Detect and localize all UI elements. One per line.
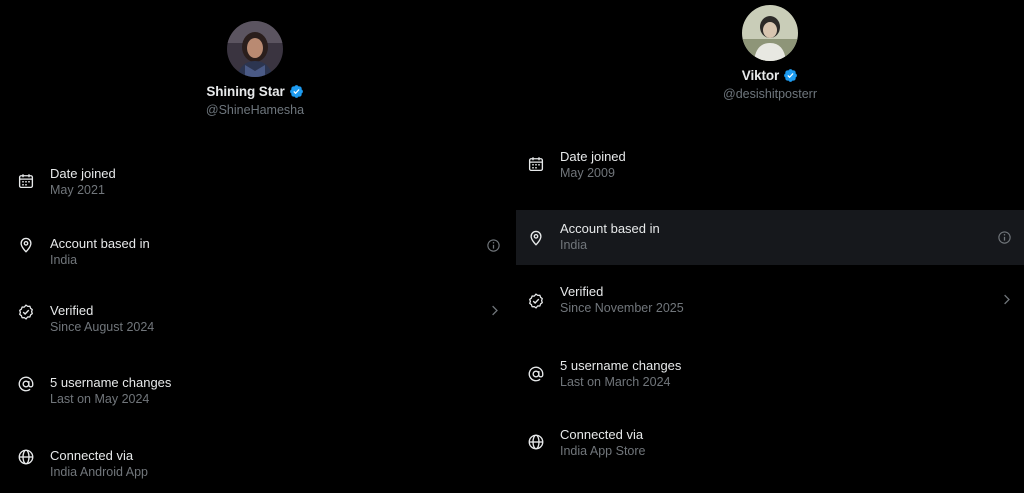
- row-account-based-in[interactable]: Account based in India: [516, 210, 1024, 265]
- row-subtitle: India Android App: [50, 465, 148, 479]
- row-subtitle: Since November 2025: [560, 301, 684, 315]
- account-details-list: Date joined May 2021 Account based in In…: [0, 154, 510, 493]
- calendar-icon: [16, 171, 36, 191]
- row-title: Verified: [50, 303, 94, 318]
- row-title: Connected via: [560, 427, 644, 442]
- row-username-changes: 5 username changes Last on May 2024: [0, 354, 510, 428]
- row-verified[interactable]: Verified Since August 2024: [0, 282, 510, 354]
- avatar[interactable]: [227, 21, 283, 77]
- globe-icon: [16, 447, 36, 467]
- profile-header: Shining Star @ShineHamesha: [0, 21, 510, 117]
- chevron-right-icon[interactable]: [486, 302, 502, 318]
- location-pin-icon: [16, 235, 36, 255]
- info-icon[interactable]: [485, 237, 501, 253]
- row-connected-via: Connected via India Android App: [0, 428, 510, 493]
- row-title: Date joined: [50, 166, 116, 181]
- verified-badge-icon: [289, 84, 304, 99]
- username-handle: @ShineHamesha: [205, 103, 305, 117]
- row-title: 5 username changes: [560, 358, 682, 373]
- row-title: Connected via: [50, 448, 134, 463]
- row-subtitle: Last on March 2024: [560, 375, 671, 389]
- username-handle: @desishitposterr: [723, 87, 817, 101]
- row-title: Account based in: [50, 236, 150, 251]
- row-verified[interactable]: Verified Since November 2025: [516, 265, 1024, 338]
- location-pin-icon: [526, 228, 546, 248]
- globe-icon: [526, 432, 546, 452]
- row-subtitle: May 2021: [50, 183, 105, 197]
- display-name: Shining Star: [206, 84, 285, 99]
- verified-badge-icon: [783, 68, 798, 83]
- row-subtitle: India App Store: [560, 444, 646, 458]
- row-account-based-in[interactable]: Account based in India: [0, 208, 510, 282]
- row-date-joined: Date joined May 2009: [516, 137, 1024, 210]
- info-icon[interactable]: [996, 229, 1012, 245]
- verified-check-icon: [16, 302, 36, 322]
- about-account-panel-right: Viktor @desishitposterr Date joined May …: [516, 0, 1024, 493]
- row-subtitle: May 2009: [560, 166, 615, 180]
- profile-header: Viktor @desishitposterr: [516, 5, 1024, 101]
- calendar-icon: [526, 154, 546, 174]
- row-title: 5 username changes: [50, 375, 172, 390]
- row-subtitle: Since August 2024: [50, 320, 155, 334]
- row-title: Verified: [560, 284, 604, 299]
- about-account-comparison: Shining Star @ShineHamesha Date joined M…: [0, 0, 1024, 493]
- row-subtitle: India: [50, 253, 78, 267]
- row-subtitle: Last on May 2024: [50, 392, 150, 406]
- at-sign-icon: [526, 364, 546, 384]
- row-connected-via: Connected via India App Store: [516, 410, 1024, 480]
- row-date-joined: Date joined May 2021: [0, 154, 510, 208]
- display-name: Viktor: [741, 68, 780, 83]
- row-subtitle: India: [560, 238, 588, 252]
- row-username-changes: 5 username changes Last on March 2024: [516, 338, 1024, 410]
- verified-check-icon: [526, 291, 546, 311]
- at-sign-icon: [16, 374, 36, 394]
- avatar[interactable]: [742, 5, 798, 61]
- about-account-panel-left: Shining Star @ShineHamesha Date joined M…: [0, 0, 510, 493]
- row-title: Account based in: [560, 221, 660, 236]
- account-details-list: Date joined May 2009 Account based in In…: [516, 137, 1024, 480]
- chevron-right-icon[interactable]: [998, 291, 1014, 307]
- row-title: Date joined: [560, 149, 626, 164]
